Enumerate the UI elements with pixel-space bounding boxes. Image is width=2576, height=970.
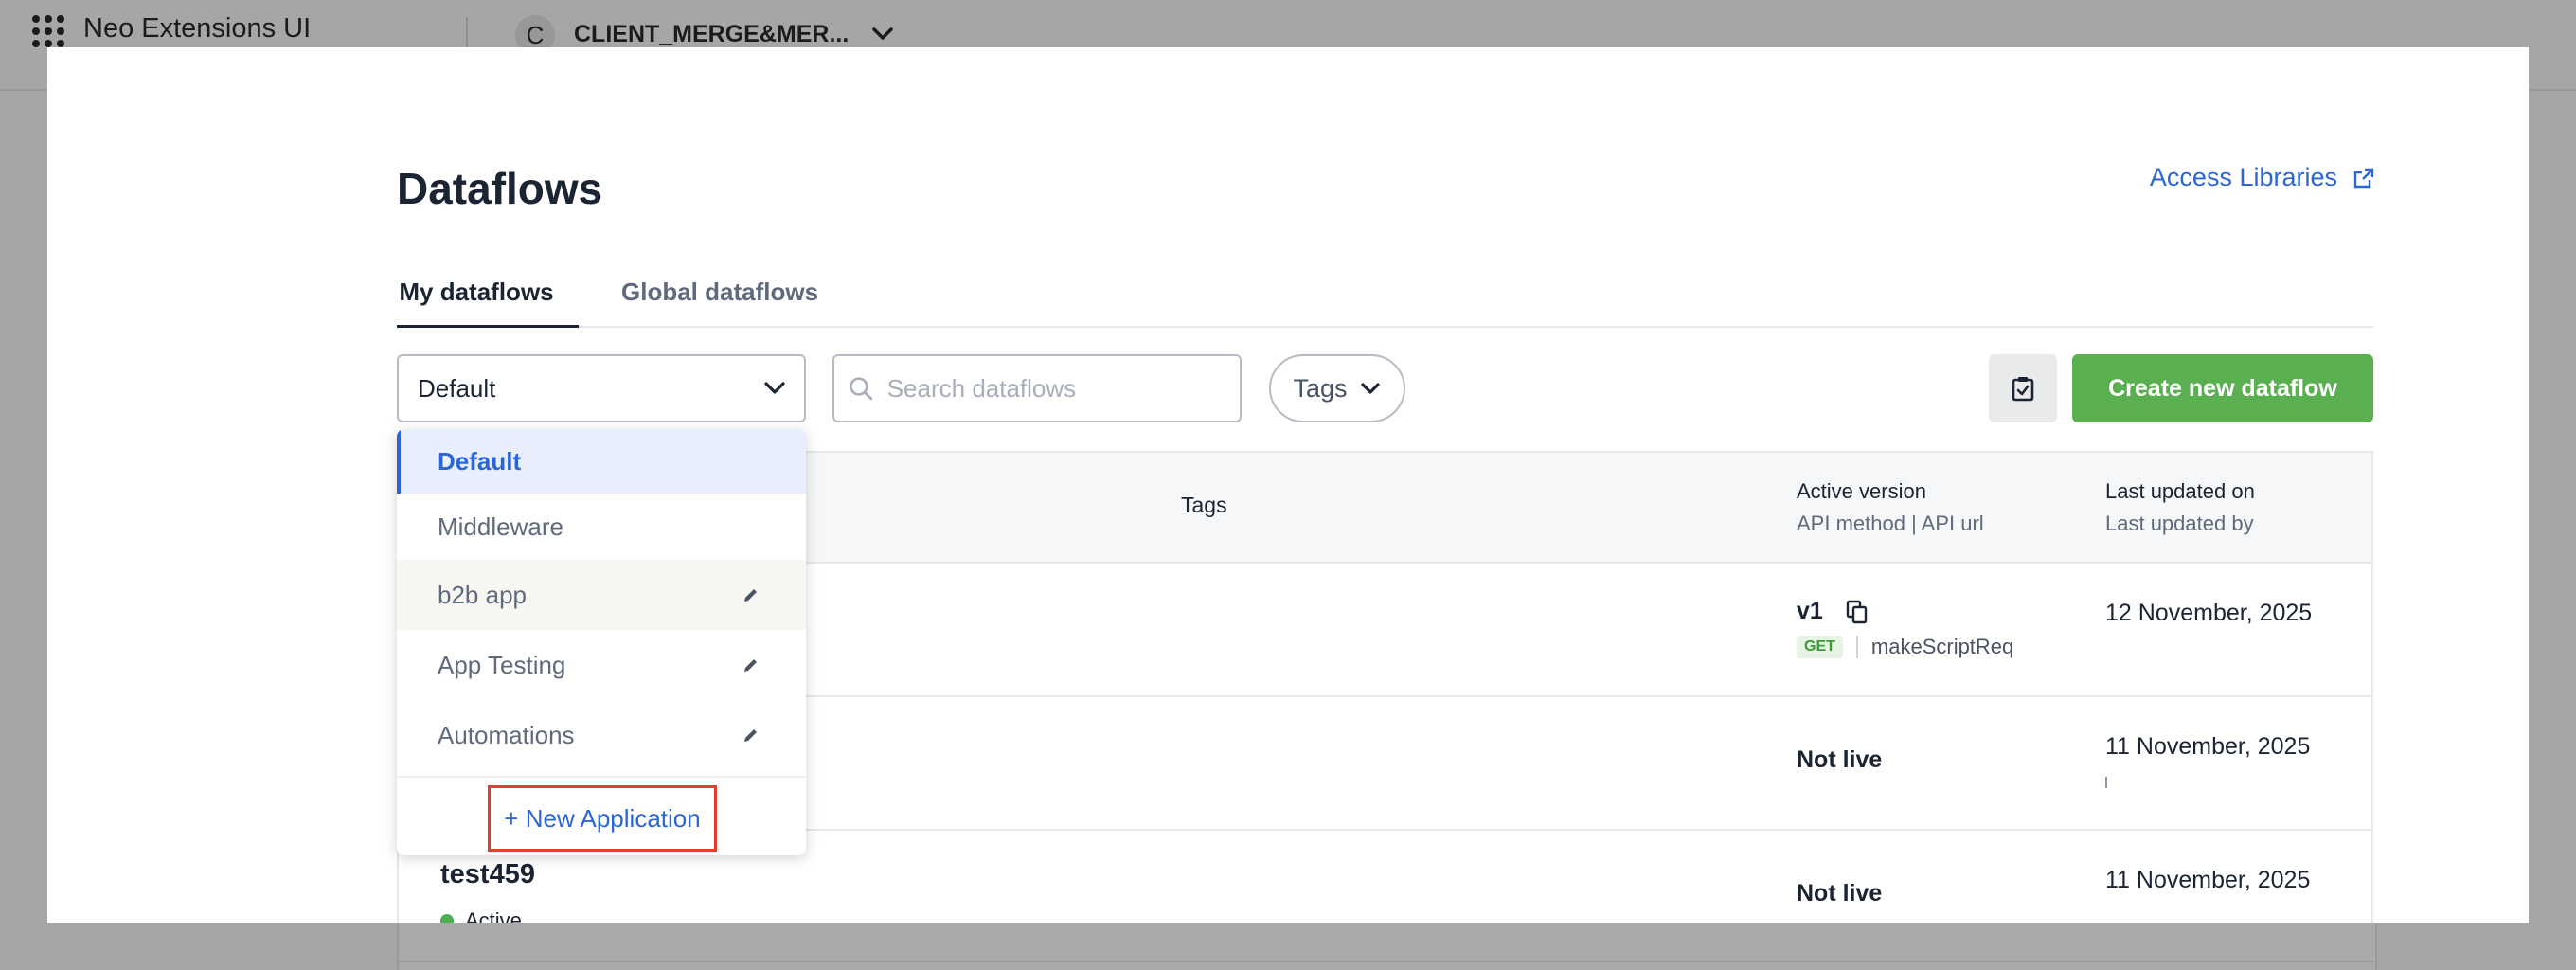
create-dataflow-button[interactable]: Create new dataflow [2072,354,2373,422]
chevron-down-icon [764,382,785,394]
clipboard-check-icon [2012,377,2034,402]
dropdown-item-app-testing[interactable]: App Testing [397,630,806,700]
app-title: Neo Extensions UI [83,13,312,44]
chevron-down-icon[interactable] [869,25,896,44]
version-label: v1 [1797,598,1823,624]
edit-pencil-icon[interactable] [742,585,760,604]
tags-filter-label: Tags [1293,373,1348,403]
dropdown-item-label: b2b app [438,580,527,609]
status-dot [440,914,454,923]
copy-icon[interactable] [1846,600,1869,624]
tab-global-dataflows[interactable]: Global dataflows [621,278,818,307]
dropdown-item-label: Middleware [438,512,564,541]
search-icon [850,377,873,401]
dataflow-name[interactable]: test459 [440,859,535,890]
last-updated-date: 12 November, 2025 [2105,600,2313,626]
access-libraries-link[interactable]: Access Libraries [2150,163,2375,192]
version-status: Not live [1797,746,1883,773]
application-select-value: Default [418,373,496,403]
search-box[interactable] [832,354,1242,422]
client-name[interactable]: CLIENT_MERGE&MER... [574,21,849,48]
api-method-line: GET makeScriptReq [1797,635,2013,659]
dropdown-item-middleware[interactable]: Middleware [397,494,806,560]
tab-my-dataflows[interactable]: My dataflows [397,278,556,307]
dropdown-divider [397,776,806,778]
edit-pencil-icon[interactable] [742,726,760,745]
new-application-button[interactable]: + New Application [488,785,717,852]
external-link-icon [2353,168,2374,188]
header-api-method-url: API method | API url [1797,512,1984,535]
clipboard-button[interactable] [1989,354,2057,422]
version-status: Not live [1797,880,1883,907]
active-tab-indicator [397,325,579,328]
api-url: makeScriptReq [1870,635,2014,658]
header-last-updated-on: Last updated on [2105,479,2255,503]
last-updated-date: 11 November, 2025 [2105,733,2311,760]
dropdown-item-automations[interactable]: Automations [397,700,806,770]
header-last-updated-by: Last updated by [2105,512,2254,535]
dropdown-item-label: Automations [438,720,575,749]
tabs-divider [397,326,2373,328]
status-label: Active [465,908,522,923]
last-updated-by-stub [2105,777,2107,788]
method-separator [1855,636,1858,658]
background-table-edge [397,923,2377,970]
header-active-version: Active version [1797,479,1926,503]
tags-filter-button[interactable]: Tags [1269,354,1405,422]
application-select[interactable]: Default [397,354,806,422]
dataflow-status: Active [440,908,522,923]
background-table-row-line [397,961,2373,962]
header-tags: Tags [1181,493,1227,517]
header-divider [466,17,468,51]
chevron-down-icon [1360,383,1380,394]
apps-grid-icon[interactable] [32,15,64,47]
dataflows-modal: Dataflows Access Libraries My dataflows … [47,47,2529,923]
dropdown-item-label: Default [438,446,522,476]
access-libraries-label: Access Libraries [2149,163,2337,191]
last-updated-date: 11 November, 2025 [2105,867,2311,893]
dropdown-item-b2b-app[interactable]: b2b app [397,560,806,630]
dropdown-item-label: App Testing [438,650,566,679]
active-version: v1 [1797,598,1869,625]
edit-pencil-icon[interactable] [742,656,760,674]
page-title: Dataflows [397,164,603,213]
application-dropdown-menu: Default Middleware b2b app App Testing A… [397,429,806,855]
search-input[interactable] [885,372,1226,404]
dropdown-item-default[interactable]: Default [397,429,806,494]
method-badge: GET [1797,636,1843,658]
